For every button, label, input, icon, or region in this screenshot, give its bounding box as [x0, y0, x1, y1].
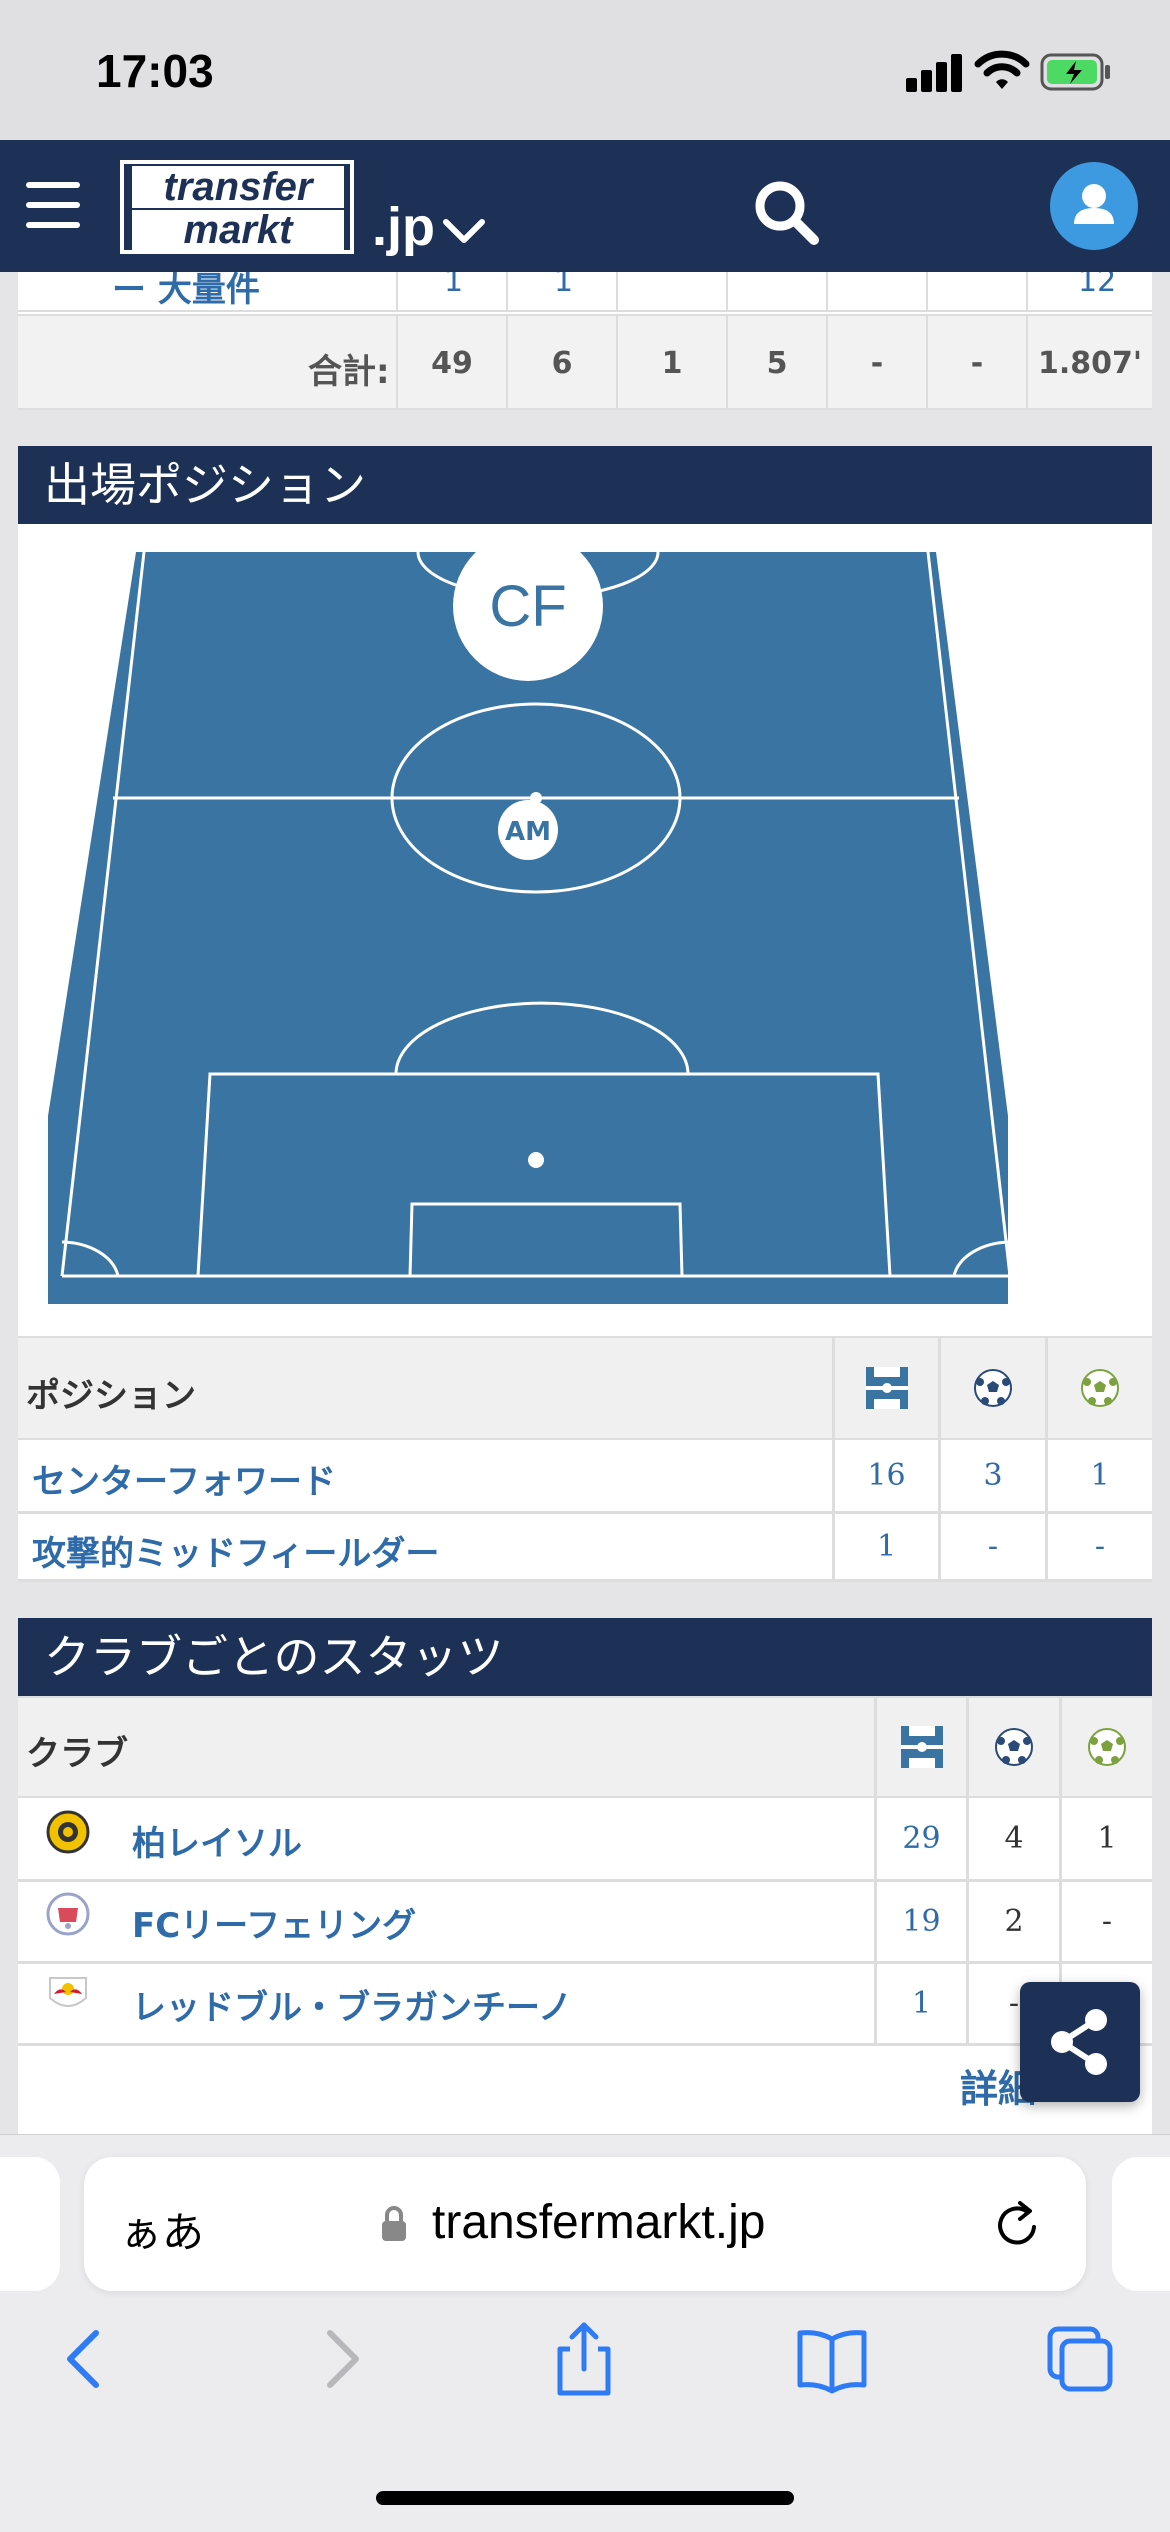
- fc-liefering-crest-icon[interactable]: [46, 1892, 90, 1936]
- ball-assists-icon: [1088, 1728, 1126, 1766]
- clubs-table-header: クラブ: [18, 1696, 1152, 1798]
- back-arrow-icon[interactable]: [46, 2319, 126, 2399]
- share-icon: [1051, 2009, 1107, 2075]
- ball-goals-icon: [974, 1369, 1012, 1407]
- total-value: 1.807': [1026, 316, 1152, 410]
- competition-link[interactable]: ー 大量件: [112, 272, 260, 311]
- total-value: 5: [726, 316, 826, 410]
- goals-cell: 4: [966, 1798, 1059, 1879]
- home-indicator: [376, 2491, 794, 2505]
- table-row: 攻撃的ミッドフィールダー 1 - -: [18, 1514, 1152, 1582]
- assists-cell: 1: [1059, 1798, 1152, 1879]
- position-link[interactable]: 攻撃的ミッドフィールダー: [32, 1526, 439, 1575]
- logo-text-markt: markt: [132, 210, 344, 250]
- total-value: -: [826, 316, 926, 410]
- goals-cell: 3: [938, 1440, 1045, 1511]
- ball-assists-icon: [1081, 1369, 1119, 1407]
- site-domain-label[interactable]: .jp: [372, 196, 435, 258]
- total-label: 合計:: [308, 352, 390, 392]
- next-tab-preview[interactable]: [1112, 2157, 1170, 2291]
- hamburger-menu-icon[interactable]: [26, 182, 80, 228]
- page-settings-button[interactable]: ぁあ: [120, 2199, 204, 2260]
- table-row: ー 大量件 1 1 12: [18, 272, 1152, 312]
- bookmarks-icon[interactable]: [792, 2319, 872, 2399]
- page-content: ー 大量件 1 1 12 合計: 49 6 1 5 - - 1.807' 出場ポ…: [0, 272, 1170, 2134]
- search-icon[interactable]: [752, 178, 822, 248]
- assists-cell: -: [1059, 1882, 1152, 1961]
- total-row: 合計: 49 6 1 5 - - 1.807': [18, 314, 1152, 410]
- battery-charging-icon: [1040, 53, 1110, 91]
- total-value: 6: [506, 316, 616, 410]
- goals-cell: -: [938, 1514, 1045, 1579]
- user-icon: [1074, 184, 1114, 224]
- user-account-button[interactable]: [1050, 162, 1138, 250]
- column-header-position: ポジション: [26, 1376, 196, 1416]
- column-header-club: クラブ: [26, 1734, 128, 1774]
- total-value: 1: [616, 316, 726, 410]
- appearances-cell: 1: [832, 1514, 938, 1579]
- secondary-position-label: AM: [505, 817, 551, 847]
- positions-table-header: ポジション: [18, 1336, 1152, 1440]
- value-cell: 1: [444, 272, 464, 299]
- position-link[interactable]: センターフォワード: [32, 1454, 336, 1503]
- total-value: -: [926, 316, 1026, 410]
- share-button[interactable]: [1020, 1982, 1140, 2102]
- logo-text-transfer: transfer: [132, 166, 344, 208]
- position-pitch-diagram: CF AM: [48, 552, 1012, 1304]
- positions-section-title: 出場ポジション: [18, 446, 1152, 524]
- chevron-down-icon[interactable]: [442, 216, 486, 246]
- pitch-appearances-icon: [900, 1726, 943, 1768]
- main-position-label: CF: [489, 574, 566, 639]
- table-row: センターフォワード 16 3 1: [18, 1440, 1152, 1514]
- lock-icon: [382, 2206, 406, 2241]
- share-sheet-icon[interactable]: [544, 2319, 624, 2399]
- goals-cell: 2: [966, 1882, 1059, 1961]
- appearances-column: [832, 1338, 938, 1438]
- browser-toolbar: ぁあ transfermarkt.jp: [0, 2134, 1170, 2532]
- red-bull-bragantino-crest-icon[interactable]: [46, 1972, 90, 2016]
- reload-icon[interactable]: [990, 2197, 1046, 2253]
- assists-column: [1045, 1338, 1152, 1438]
- performance-summary-table: ー 大量件 1 1 12 合計: 49 6 1 5 - - 1.807': [18, 272, 1152, 410]
- transfermarkt-logo[interactable]: transfer markt: [120, 160, 354, 254]
- table-row: 柏レイソル 29 4 1: [18, 1798, 1152, 1882]
- previous-tab-preview[interactable]: [0, 2157, 60, 2291]
- status-time: 17:03: [96, 45, 214, 97]
- address-bar[interactable]: ぁあ transfermarkt.jp: [84, 2157, 1086, 2291]
- wifi-icon: [974, 50, 1030, 89]
- club-stats-section-title: クラブごとのスタッツ: [18, 1618, 1152, 1696]
- assists-column: [1059, 1698, 1152, 1796]
- ball-goals-icon: [995, 1728, 1033, 1766]
- club-link[interactable]: FCリーフェリング: [132, 1898, 416, 1947]
- table-row: FCリーフェリング 19 2 -: [18, 1882, 1152, 1964]
- kashiwa-reysol-crest-icon[interactable]: [46, 1810, 90, 1854]
- status-bar: 17:03: [0, 0, 1170, 140]
- club-link[interactable]: 柏レイソル: [132, 1816, 302, 1865]
- site-header: transfer markt .jp: [0, 140, 1170, 272]
- positions-box: 出場ポジション CF AM ポジション センターフォワード 16 3 1 攻撃的…: [18, 446, 1152, 1582]
- cellular-signal-icon: [906, 52, 966, 92]
- value-cell: 1: [554, 272, 574, 299]
- appearances-cell: 1: [874, 1964, 966, 2043]
- appearances-column: [874, 1698, 966, 1796]
- goals-column: [938, 1338, 1045, 1438]
- club-stats-box: クラブごとのスタッツ クラブ 柏レイソル 29 4 1 FCリーフェリング 19…: [18, 1618, 1152, 2134]
- total-value: 49: [396, 316, 506, 410]
- tabs-icon[interactable]: [1040, 2319, 1120, 2399]
- goals-column: [966, 1698, 1059, 1796]
- forward-arrow-icon[interactable]: [300, 2319, 380, 2399]
- value-cell: 12: [1078, 272, 1117, 299]
- table-row: レッドブル・ブラガンチーノ 1 -: [18, 1964, 1152, 2046]
- appearances-cell: 16: [832, 1440, 938, 1511]
- appearances-cell: 19: [874, 1882, 966, 1961]
- url-text[interactable]: transfermarkt.jp: [432, 2195, 765, 2250]
- club-link[interactable]: レッドブル・ブラガンチーノ: [132, 1980, 572, 2029]
- pitch-appearances-icon: [865, 1367, 908, 1409]
- appearances-cell: 29: [874, 1798, 966, 1879]
- assists-cell: 1: [1045, 1440, 1152, 1511]
- assists-cell: -: [1045, 1514, 1152, 1579]
